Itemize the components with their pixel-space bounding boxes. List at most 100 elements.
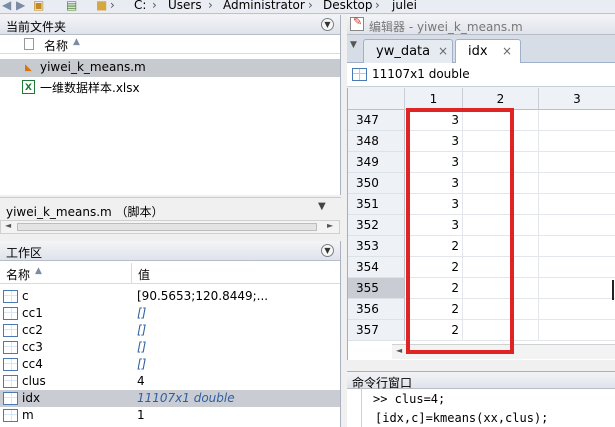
row-number[interactable]: 355 bbox=[348, 278, 405, 299]
file-row[interactable]: X 一维数据样本.xlsx bbox=[0, 78, 340, 96]
scroll-left-icon[interactable]: ◄ bbox=[5, 221, 11, 230]
workspace-column-header: 名称 ▲ 值 bbox=[0, 263, 340, 284]
path-separator: › bbox=[308, 0, 313, 12]
column-divider bbox=[131, 263, 132, 284]
row-number[interactable]: 348 bbox=[348, 131, 405, 152]
grid-cell[interactable] bbox=[539, 173, 615, 194]
browse-folder-icon[interactable]: ▤ bbox=[66, 0, 80, 12]
sort-up-icon: ▲ bbox=[73, 37, 80, 47]
grid-cell[interactable] bbox=[539, 194, 615, 215]
row-number[interactable]: 349 bbox=[348, 152, 405, 173]
file-type-icon bbox=[24, 38, 34, 50]
collapse-chevron-icon[interactable]: ▼ bbox=[318, 201, 326, 212]
array-icon bbox=[3, 341, 18, 354]
row-number[interactable]: 356 bbox=[348, 299, 405, 320]
back-arrow-icon[interactable]: ◀ bbox=[2, 0, 16, 12]
workspace-variable-row[interactable]: cc1 [] bbox=[0, 305, 340, 322]
file-row[interactable]: ◣ yiwei_k_means.m bbox=[0, 59, 340, 77]
pencil-glyph: ✎ bbox=[353, 15, 363, 28]
sort-up-icon: ▲ bbox=[35, 266, 42, 276]
up-folder-icon[interactable]: ▣ bbox=[33, 0, 47, 12]
file-column-header[interactable]: 名称 ▲ bbox=[0, 35, 340, 54]
command-window-header: 命令行窗口 bbox=[347, 371, 615, 390]
array-icon bbox=[3, 358, 18, 371]
path-segment-administrator[interactable]: Administrator bbox=[223, 0, 305, 12]
array-icon bbox=[3, 324, 18, 337]
path-separator: › bbox=[375, 0, 380, 12]
tab-list-icon[interactable]: ▼ bbox=[350, 40, 357, 50]
grid-cell[interactable] bbox=[539, 299, 615, 320]
path-segment-drive[interactable]: C: bbox=[134, 0, 146, 12]
variable-value: [] bbox=[137, 323, 147, 337]
workspace-title: 工作区 bbox=[6, 246, 43, 260]
workspace-variable-row[interactable]: c [90.5653;120.8449;... bbox=[0, 288, 340, 305]
row-number[interactable]: 353 bbox=[348, 236, 405, 257]
m-file-icon: ◣ bbox=[25, 63, 32, 73]
panel-menu-icon[interactable]: ▼ bbox=[321, 244, 334, 257]
excel-file-icon: X bbox=[22, 80, 35, 94]
grid-cell[interactable] bbox=[539, 236, 615, 257]
variable-info-bar: 11107x1 double bbox=[347, 63, 615, 87]
name-column-label[interactable]: 名称 bbox=[6, 266, 30, 283]
command-window[interactable]: >> clus=4; [idx,c]=kmeans(xx,clus); bbox=[347, 389, 615, 427]
path-separator: › bbox=[208, 0, 213, 12]
variable-name: cc4 bbox=[22, 357, 43, 371]
grid-cell[interactable] bbox=[539, 320, 615, 341]
variable-value: 4 bbox=[137, 374, 145, 388]
address-bar: ◀ ▶ ▣ ▤ ■ › C: › Users › Administrator ›… bbox=[0, 0, 615, 14]
path-segment-julei[interactable]: julei bbox=[392, 0, 417, 12]
variable-value: [90.5653;120.8449;... bbox=[137, 289, 269, 303]
panel-menu-icon[interactable]: ▼ bbox=[321, 18, 334, 31]
close-icon[interactable]: × bbox=[502, 44, 512, 58]
command-line: [idx,c]=kmeans(xx,clus); bbox=[375, 411, 549, 425]
workspace-variable-row[interactable]: clus 4 bbox=[0, 373, 340, 390]
row-number[interactable]: 357 bbox=[348, 320, 405, 341]
detail-horizontal-scrollbar[interactable]: ◄ ► bbox=[0, 220, 340, 234]
workspace-variable-row[interactable]: idx 11107x1 double bbox=[0, 390, 340, 407]
editor-pencil-icon: ✎ bbox=[350, 15, 364, 31]
path-segment-users[interactable]: Users bbox=[168, 0, 202, 12]
forward-arrow-icon[interactable]: ▶ bbox=[16, 0, 30, 12]
current-folder-header: 当前文件夹 ▼ bbox=[0, 15, 340, 35]
close-icon[interactable]: × bbox=[438, 44, 448, 58]
grid-cell[interactable] bbox=[539, 131, 615, 152]
row-number[interactable]: 354 bbox=[348, 257, 405, 278]
path-segment-desktop[interactable]: Desktop bbox=[323, 0, 373, 12]
workspace-variable-row[interactable]: m1 bbox=[0, 407, 340, 424]
scrollbar-thumb[interactable] bbox=[17, 223, 317, 231]
tab-yw-data[interactable]: yw_data × bbox=[363, 39, 453, 63]
grid-cell[interactable] bbox=[539, 215, 615, 236]
workspace-header: 工作区 ▼ bbox=[0, 241, 340, 261]
detail-panel: yiwei_k_means.m （脚本） ▼ ◄ ► bbox=[0, 197, 341, 237]
tab-idx[interactable]: idx × bbox=[455, 39, 521, 64]
value-column-label[interactable]: 值 bbox=[138, 266, 150, 283]
column-header[interactable]: 3 bbox=[539, 88, 615, 110]
file-name: yiwei_k_means.m bbox=[40, 60, 146, 74]
variable-value: [] bbox=[137, 306, 147, 320]
column-header[interactable]: 1 bbox=[405, 88, 463, 110]
row-number[interactable]: 350 bbox=[348, 173, 405, 194]
editor-title: 编辑器 - yiwei_k_means.m bbox=[369, 20, 523, 34]
workspace-variable-row[interactable]: cc2 [] bbox=[0, 322, 340, 339]
grid-cell[interactable] bbox=[539, 152, 615, 173]
grid-cell[interactable] bbox=[539, 257, 615, 278]
column-header[interactable]: 2 bbox=[463, 88, 539, 110]
scroll-right-icon[interactable]: ► bbox=[327, 221, 333, 230]
current-folder-title: 当前文件夹 bbox=[6, 20, 67, 34]
corner-header bbox=[348, 88, 405, 110]
workspace-panel: 工作区 ▼ 名称 ▲ 值 c [90.5653;120.8449;... cc1 []… bbox=[0, 241, 341, 427]
workspace-variable-row[interactable]: cc4 [] bbox=[0, 356, 340, 373]
array-icon bbox=[352, 68, 367, 81]
tab-label: yw_data bbox=[376, 44, 431, 59]
current-folder-panel: 当前文件夹 ▼ 名称 ▲ ◣ yiwei_k_means.m X 一维数据样本.… bbox=[0, 15, 341, 195]
row-number[interactable]: 347 bbox=[348, 110, 405, 131]
grid-cell[interactable] bbox=[539, 278, 615, 299]
scroll-left-icon[interactable]: ◄ bbox=[396, 346, 402, 355]
array-icon bbox=[3, 375, 18, 388]
name-column-label: 名称 bbox=[44, 39, 69, 53]
row-number[interactable]: 351 bbox=[348, 194, 405, 215]
grid-cell[interactable] bbox=[539, 110, 615, 131]
row-number[interactable]: 352 bbox=[348, 215, 405, 236]
workspace-variable-row[interactable]: cc3 [] bbox=[0, 339, 340, 356]
command-line: >> clus=4; bbox=[373, 392, 446, 406]
